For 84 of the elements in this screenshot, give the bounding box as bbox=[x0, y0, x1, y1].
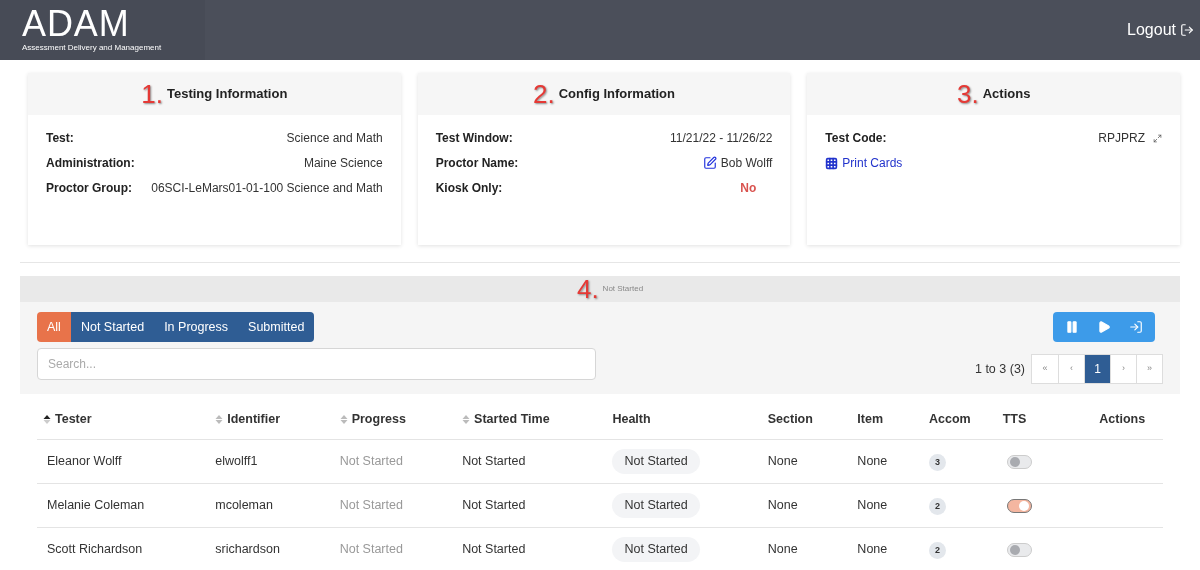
field-value: 11/21/22 - 11/26/22 bbox=[670, 130, 773, 147]
column-header[interactable]: Tester bbox=[55, 410, 92, 429]
section-value: None bbox=[767, 454, 798, 469]
pause-icon[interactable] bbox=[1065, 320, 1079, 334]
section-value: None bbox=[767, 498, 798, 513]
progress-status: Not Started bbox=[339, 498, 403, 513]
sort-icon bbox=[215, 414, 224, 425]
edit-icon[interactable] bbox=[702, 156, 717, 170]
field-value: Maine Science bbox=[303, 155, 383, 172]
annotation-number: 1. bbox=[141, 81, 163, 107]
health-badge: Not Started bbox=[612, 493, 700, 518]
search-field[interactable]: Search... bbox=[37, 348, 596, 380]
section-title: Not Started bbox=[602, 283, 644, 295]
grid-icon bbox=[825, 156, 839, 170]
sign-in-icon[interactable] bbox=[1129, 320, 1143, 334]
identifier: srichardson bbox=[215, 542, 280, 557]
page-button[interactable]: « bbox=[1032, 355, 1058, 383]
play-icon[interactable] bbox=[1097, 320, 1111, 334]
tester-name: Scott Richardson bbox=[47, 542, 143, 557]
started-time: Not Started bbox=[462, 498, 526, 513]
annotation-number: 2. bbox=[533, 81, 555, 107]
annotation-number: 3. bbox=[957, 81, 979, 107]
filter-tab[interactable]: In Progress bbox=[154, 312, 239, 342]
logo[interactable]: ADAM Assessment Delivery and Management bbox=[0, 0, 205, 60]
column-header: Item bbox=[857, 411, 884, 429]
logout-icon bbox=[1180, 23, 1194, 37]
column-header[interactable]: Identifier bbox=[227, 410, 280, 429]
column-header[interactable]: Progress bbox=[351, 410, 406, 429]
health-badge: Not Started bbox=[612, 449, 700, 474]
tts-toggle[interactable] bbox=[1006, 542, 1032, 557]
proctor-name: Bob Wolff bbox=[720, 155, 773, 172]
field-label: Proctor Name: bbox=[435, 155, 519, 172]
identifier: mcoleman bbox=[215, 498, 273, 513]
tester-name: Eleanor Wolff bbox=[47, 454, 122, 469]
field-value: No bbox=[740, 180, 757, 197]
card-title: Config Information bbox=[558, 85, 675, 104]
progress-status: Not Started bbox=[339, 454, 403, 469]
page-button[interactable]: 1 bbox=[1084, 355, 1110, 383]
filter-tab[interactable]: Not Started bbox=[70, 312, 155, 342]
item-value: None bbox=[857, 454, 888, 469]
page-button[interactable]: › bbox=[1110, 355, 1136, 383]
column-header: Accom bbox=[929, 411, 971, 429]
tts-toggle[interactable] bbox=[1006, 454, 1032, 469]
logo-text: ADAM bbox=[22, 6, 131, 42]
started-time: Not Started bbox=[462, 542, 526, 557]
tts-toggle[interactable] bbox=[1006, 498, 1032, 513]
column-header: Actions bbox=[1099, 411, 1146, 429]
card-title: Actions bbox=[982, 85, 1031, 104]
item-value: None bbox=[857, 542, 888, 557]
item-value: None bbox=[857, 498, 888, 513]
field-value: Science and Math bbox=[286, 130, 383, 147]
sort-ascending-icon bbox=[43, 414, 51, 425]
health-badge: Not Started bbox=[612, 537, 700, 562]
expand-icon[interactable] bbox=[1153, 133, 1162, 143]
accommodation-count: 2 bbox=[929, 498, 947, 516]
progress-status: Not Started bbox=[339, 542, 403, 557]
logout-button[interactable]: Logout bbox=[1127, 18, 1200, 42]
sort-icon bbox=[339, 414, 348, 425]
field-label: Administration: bbox=[46, 155, 135, 172]
sort-icon bbox=[462, 414, 471, 425]
filter-tab[interactable]: Submitted bbox=[238, 312, 315, 342]
column-header: Section bbox=[767, 411, 813, 429]
column-header: TTS bbox=[1002, 411, 1027, 429]
field-value: 06SCI-LeMars01-01-100 Science and Math bbox=[151, 180, 383, 197]
field-label: Kiosk Only: bbox=[435, 180, 503, 197]
identifier: elwolff1 bbox=[215, 454, 258, 469]
started-time: Not Started bbox=[462, 454, 526, 469]
field-label: Test Window: bbox=[435, 130, 513, 147]
test-code: RPJPRZ bbox=[1098, 130, 1145, 147]
logo-subtitle: Assessment Delivery and Management bbox=[22, 42, 163, 54]
field-label: Proctor Group: bbox=[46, 180, 132, 197]
tester-name: Melanie Coleman bbox=[47, 498, 145, 513]
field-label: Test Code: bbox=[825, 130, 887, 147]
annotation-number: 4. bbox=[576, 276, 599, 302]
column-header: Health bbox=[612, 411, 651, 429]
field-label: Test: bbox=[46, 130, 74, 147]
card-title: Testing Information bbox=[167, 85, 288, 104]
section-value: None bbox=[767, 542, 798, 557]
print-cards-link[interactable]: Print Cards bbox=[825, 154, 1162, 172]
accommodation-count: 3 bbox=[929, 454, 947, 472]
page-button[interactable]: » bbox=[1136, 355, 1162, 383]
accommodation-count: 2 bbox=[929, 542, 947, 560]
page-range: 1 to 3 (3) bbox=[974, 360, 1025, 378]
column-header[interactable]: Started Time bbox=[474, 410, 550, 429]
